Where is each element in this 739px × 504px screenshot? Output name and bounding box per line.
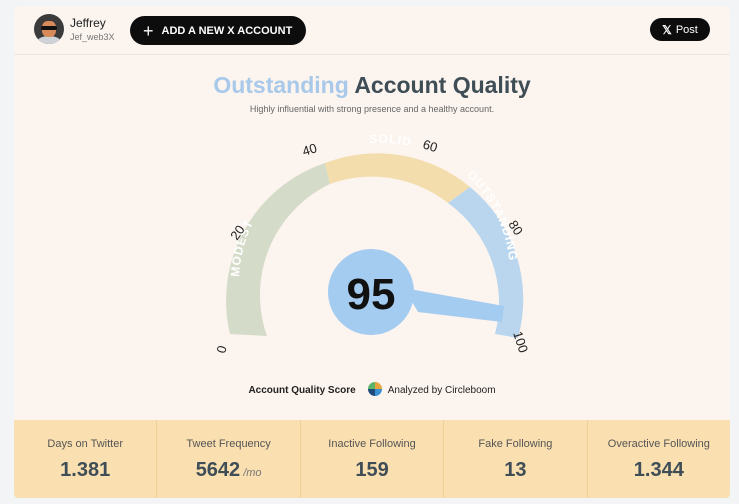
stat-tweet-frequency: Tweet Frequency 5642/mo	[157, 420, 301, 498]
stat-label: Tweet Frequency	[186, 438, 271, 450]
analyzed-by-label: Analyzed by Circleboom	[387, 385, 496, 396]
tick-label-100: 100	[510, 329, 531, 354]
stat-value: 13	[504, 459, 527, 481]
tick-label-40: 40	[300, 140, 318, 159]
stat-label: Days on Twitter	[47, 438, 123, 450]
gauge-band-solid	[325, 153, 470, 203]
tick-label-0: 0	[213, 344, 229, 355]
score-legend-label: Account Quality Score	[248, 385, 356, 396]
stat-label: Overactive Following	[607, 438, 710, 450]
stat-unit: /mo	[243, 467, 262, 479]
stat-value: 1.344	[633, 459, 684, 481]
circleboom-logo-icon	[368, 382, 383, 396]
tick-label-60: 60	[421, 137, 439, 156]
score-value: 95	[347, 270, 396, 319]
gauge-needle	[404, 288, 504, 322]
quality-gauge: 95 MODEST SOLID OUTSTANDING 0 20 40 60 8…	[213, 132, 531, 355]
gauge-legend: Account Quality Score Analyzed by Circle…	[14, 382, 730, 396]
stat-value: 1.381	[60, 459, 111, 481]
stat-overactive-following: Overactive Following 1.344	[588, 420, 730, 498]
stat-label: Inactive Following	[328, 438, 416, 450]
stats-bar: Days on Twitter 1.381 Tweet Frequency 56…	[14, 420, 730, 498]
stat-days-on-twitter: Days on Twitter 1.381	[14, 420, 158, 498]
stat-fake-following: Fake Following 13	[444, 420, 588, 498]
stat-value: 159	[355, 459, 389, 481]
stat-label: Fake Following	[478, 438, 553, 450]
stat-value: 5642/mo	[195, 459, 262, 481]
app-frame: Jeffrey Jef_web3X + ADD A NEW X ACCOUNT …	[14, 6, 730, 498]
stat-inactive-following: Inactive Following 159	[301, 420, 445, 498]
band-label-solid: SOLID	[369, 132, 413, 149]
